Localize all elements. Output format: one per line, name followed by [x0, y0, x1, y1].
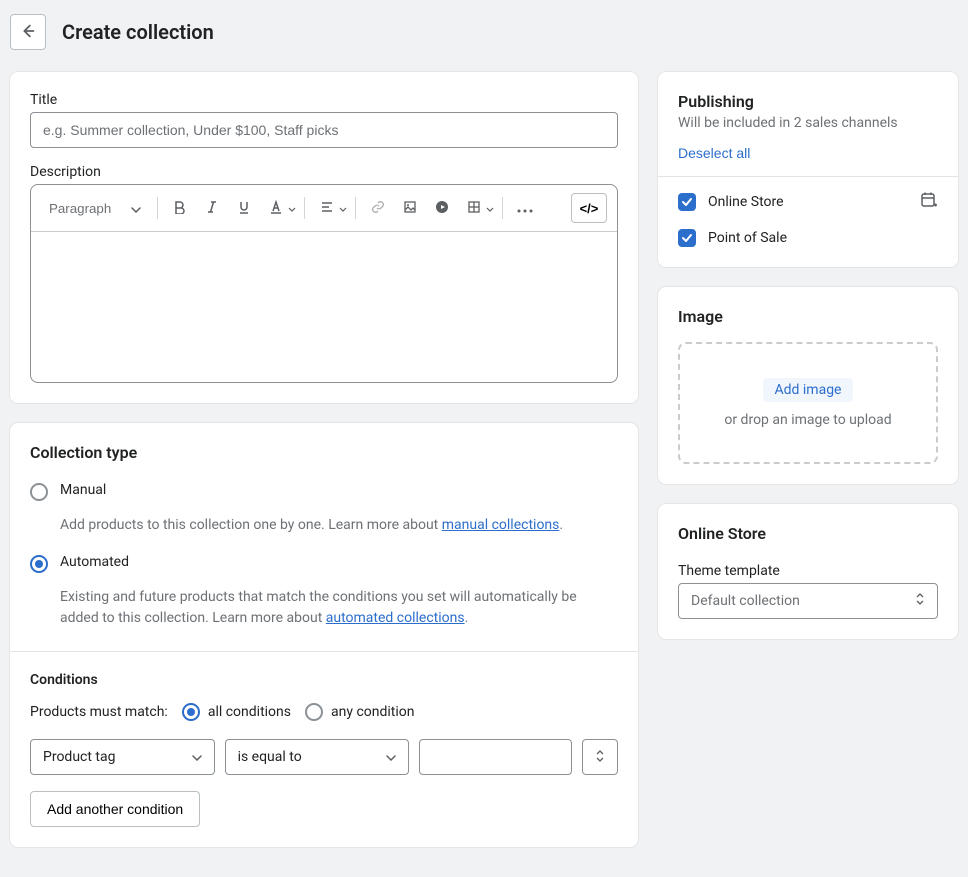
richtext-toolbar: Paragraph	[31, 185, 617, 232]
manual-description: Add products to this collection one by o…	[60, 515, 618, 536]
richtext-editor: Paragraph	[30, 184, 618, 383]
link-button[interactable]	[364, 194, 392, 222]
online-store-heading: Online Store	[678, 524, 938, 543]
bold-button[interactable]	[166, 194, 194, 222]
condition-sort-button[interactable]	[582, 739, 618, 775]
caret-down-icon	[131, 201, 141, 216]
image-card: Image Add image or drop an image to uplo…	[658, 287, 958, 484]
sort-icon	[595, 749, 605, 766]
video-button[interactable]	[428, 194, 456, 222]
paragraph-label: Paragraph	[49, 201, 111, 216]
title-input[interactable]	[30, 112, 618, 148]
italic-button[interactable]	[198, 194, 226, 222]
condition-field-select[interactable]: Product tag	[30, 739, 215, 775]
paragraph-dropdown[interactable]: Paragraph	[41, 195, 149, 222]
online-store-card: Online Store Theme template Default coll…	[658, 504, 958, 639]
drop-hint: or drop an image to upload	[690, 412, 926, 428]
arrow-left-icon	[19, 22, 37, 43]
html-view-button[interactable]: </>	[571, 193, 607, 223]
page-title: Create collection	[62, 20, 214, 44]
separator	[502, 197, 503, 219]
any-condition-radio[interactable]	[305, 703, 323, 721]
publishing-subtitle: Will be included in 2 sales channels	[678, 115, 938, 131]
code-icon: </>	[580, 201, 599, 216]
all-conditions-label: all conditions	[208, 704, 291, 720]
automated-collections-link[interactable]: automated collections	[326, 610, 465, 626]
automated-description: Existing and future products that match …	[60, 587, 618, 629]
image-button[interactable]	[396, 194, 424, 222]
manual-collections-link[interactable]: manual collections	[442, 517, 560, 533]
manual-label: Manual	[60, 482, 106, 498]
underline-button[interactable]	[230, 194, 258, 222]
divider	[658, 176, 958, 177]
text-color-button[interactable]	[262, 194, 290, 222]
caret-down-icon	[288, 200, 296, 216]
bold-icon	[173, 200, 187, 217]
calendar-icon	[920, 191, 938, 209]
select-icon	[915, 592, 925, 610]
back-button[interactable]	[10, 14, 46, 50]
add-image-button[interactable]: Add image	[763, 378, 854, 402]
title-description-card: Title Description Paragraph	[10, 72, 638, 403]
match-label: Products must match:	[30, 704, 168, 720]
caret-down-icon	[386, 749, 396, 765]
publishing-card: Publishing Will be included in 2 sales c…	[658, 72, 958, 267]
separator	[157, 197, 158, 219]
dots-icon	[517, 201, 533, 216]
check-icon	[680, 231, 694, 245]
condition-operator-select[interactable]: is equal to	[225, 739, 410, 775]
caret-down-icon	[192, 749, 202, 765]
publishing-heading: Publishing	[678, 92, 938, 111]
condition-operator-value: is equal to	[238, 749, 302, 765]
add-condition-button[interactable]: Add another condition	[30, 791, 200, 827]
link-icon	[371, 200, 385, 217]
online-store-checkbox[interactable]	[678, 193, 696, 211]
theme-template-select[interactable]: Default collection	[678, 583, 938, 619]
text-color-icon	[269, 200, 283, 217]
separator	[304, 197, 305, 219]
caret-down-icon	[486, 200, 494, 216]
align-icon	[320, 200, 334, 217]
divider	[10, 651, 638, 652]
description-textarea[interactable]	[31, 232, 617, 382]
image-dropzone[interactable]: Add image or drop an image to upload	[678, 342, 938, 464]
align-button[interactable]	[313, 194, 341, 222]
image-heading: Image	[678, 307, 938, 326]
video-icon	[435, 200, 449, 217]
condition-field-value: Product tag	[43, 749, 115, 765]
italic-icon	[205, 200, 219, 217]
schedule-button[interactable]	[920, 191, 938, 213]
point-of-sale-checkbox[interactable]	[678, 229, 696, 247]
channel-label: Online Store	[708, 194, 784, 210]
all-conditions-radio[interactable]	[182, 703, 200, 721]
check-icon	[680, 195, 694, 209]
conditions-heading: Conditions	[30, 672, 618, 688]
collection-type-heading: Collection type	[30, 443, 618, 462]
image-icon	[403, 200, 417, 217]
title-label: Title	[30, 92, 618, 108]
underline-icon	[237, 200, 251, 217]
automated-label: Automated	[60, 554, 129, 570]
theme-template-value: Default collection	[691, 593, 800, 609]
table-icon	[467, 200, 481, 217]
theme-template-label: Theme template	[678, 563, 938, 579]
manual-radio[interactable]	[30, 483, 48, 501]
channel-label: Point of Sale	[708, 230, 787, 246]
caret-down-icon	[339, 200, 347, 216]
automated-radio[interactable]	[30, 555, 48, 573]
any-condition-label: any condition	[331, 704, 415, 720]
table-button[interactable]	[460, 194, 488, 222]
separator	[355, 197, 356, 219]
collection-type-card: Collection type Manual Add products to t…	[10, 423, 638, 847]
condition-value-input[interactable]	[419, 739, 572, 775]
deselect-all-button[interactable]: Deselect all	[678, 145, 750, 161]
description-label: Description	[30, 164, 618, 180]
more-button[interactable]	[511, 194, 539, 222]
